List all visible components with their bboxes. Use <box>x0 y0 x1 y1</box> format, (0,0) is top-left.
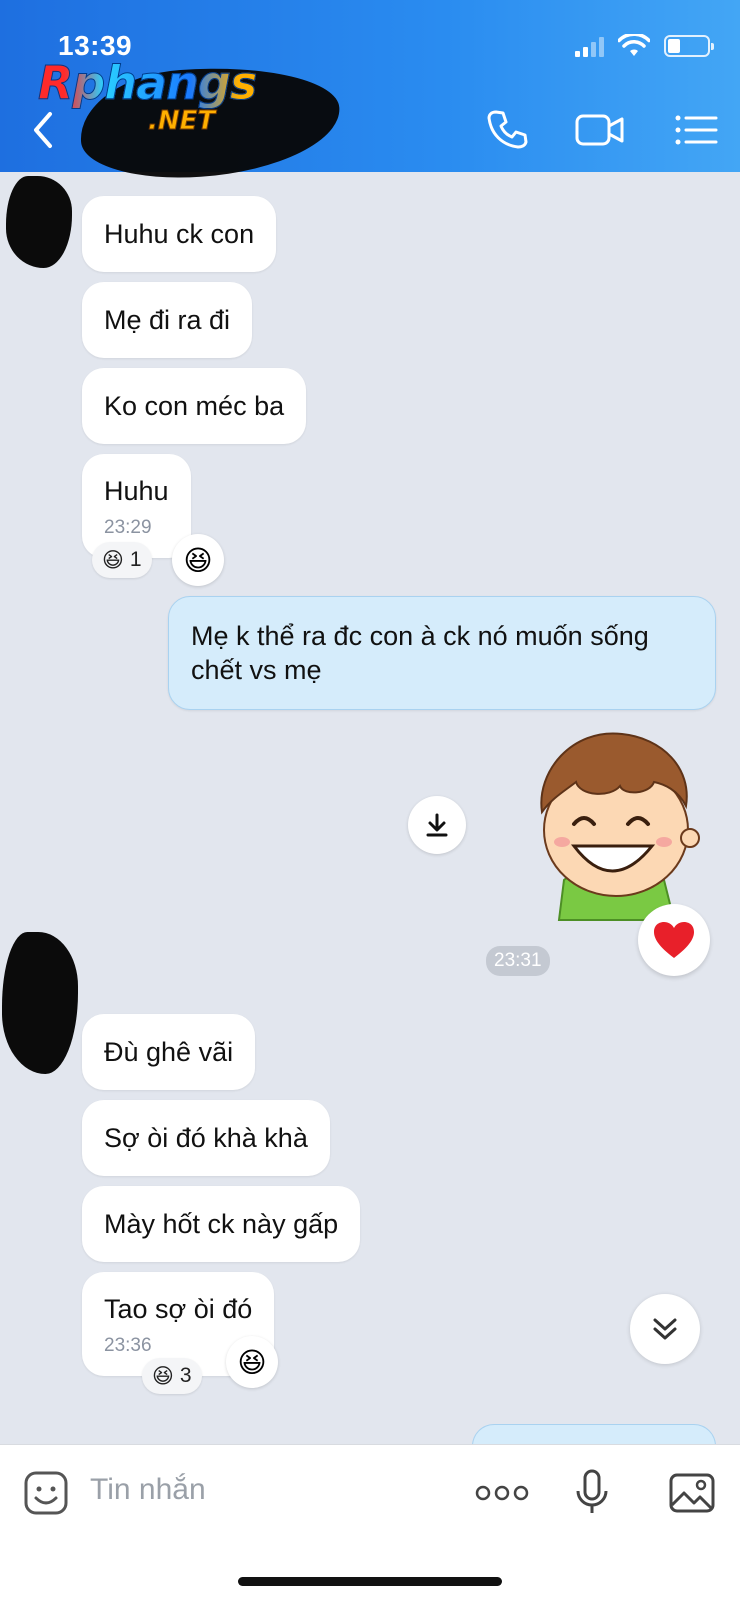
laughing-emoji-icon[interactable]: 😆 <box>172 534 224 586</box>
more-dots-icon[interactable] <box>474 1467 530 1519</box>
download-icon <box>426 813 448 837</box>
watermark-main: Rphangs <box>37 56 257 110</box>
message-time: 23:31 <box>486 946 550 976</box>
reaction-summary[interactable]: 😆 3 <box>142 1358 202 1394</box>
signal-icon <box>575 35 604 57</box>
scroll-to-bottom-button[interactable] <box>630 1294 700 1364</box>
message-time: 23:29 <box>104 517 152 538</box>
message-bubble[interactable]: Huhu ck con <box>82 196 277 272</box>
redacted-avatar <box>6 176 72 268</box>
chevron-left-icon[interactable] <box>24 108 64 152</box>
list-menu-icon[interactable] <box>672 104 724 156</box>
chat-messages[interactable]: Huhu ck con Mẹ đi ra đi Ko con méc ba Hu… <box>0 172 740 1444</box>
watermark-logo: Rphangs .NET <box>37 56 257 137</box>
message-text: Tao sợ òi đó <box>104 1294 253 1324</box>
reaction-count: 1 <box>129 548 142 571</box>
home-indicator <box>238 1577 502 1586</box>
message-input[interactable]: Tin nhắn <box>90 1473 206 1507</box>
message-text: Huhu <box>104 476 169 506</box>
my-message-bubble-partial[interactable] <box>472 1424 716 1444</box>
message-bubble[interactable]: Đù ghê vãi <box>82 1014 256 1090</box>
sticker-emoji-icon[interactable] <box>20 1467 72 1519</box>
laughing-emoji-icon: 😆 <box>152 1364 174 1388</box>
message-bubble[interactable]: Mày hốt ck này gấp <box>82 1186 361 1262</box>
status-icons <box>575 34 714 58</box>
message-bubble[interactable]: Sợ òi đó khà khà <box>82 1100 330 1176</box>
reaction-count: 3 <box>179 1364 192 1387</box>
video-camera-icon[interactable] <box>574 104 626 156</box>
message-composer: Tin nhắn <box>0 1444 740 1600</box>
chat-header: 13:39 Rphangs .NET <box>0 0 740 185</box>
phone-icon[interactable] <box>482 104 534 156</box>
double-chevron-down-icon <box>653 1318 677 1340</box>
watermark-sub: .NET <box>147 106 216 137</box>
image-icon[interactable] <box>666 1467 718 1519</box>
laughing-emoji-icon: 😆 <box>102 548 124 572</box>
download-button[interactable] <box>408 796 466 854</box>
wifi-icon <box>618 34 650 56</box>
battery-icon <box>664 35 714 57</box>
reaction-summary[interactable]: 😆 1 <box>92 542 152 578</box>
message-bubble[interactable]: Ko con méc ba <box>82 368 307 444</box>
sticker-boy-laughing[interactable] <box>516 720 706 930</box>
heart-icon <box>654 922 694 958</box>
laughing-emoji-icon[interactable]: 😆 <box>226 1336 278 1388</box>
redacted-avatar <box>2 932 78 1074</box>
my-message-bubble[interactable]: Mẹ k thể ra đc con à ck nó muốn sống chế… <box>168 596 716 710</box>
message-bubble[interactable]: Mẹ đi ra đi <box>82 282 253 358</box>
heart-reaction-button[interactable] <box>638 904 710 976</box>
microphone-icon[interactable] <box>566 1467 618 1519</box>
